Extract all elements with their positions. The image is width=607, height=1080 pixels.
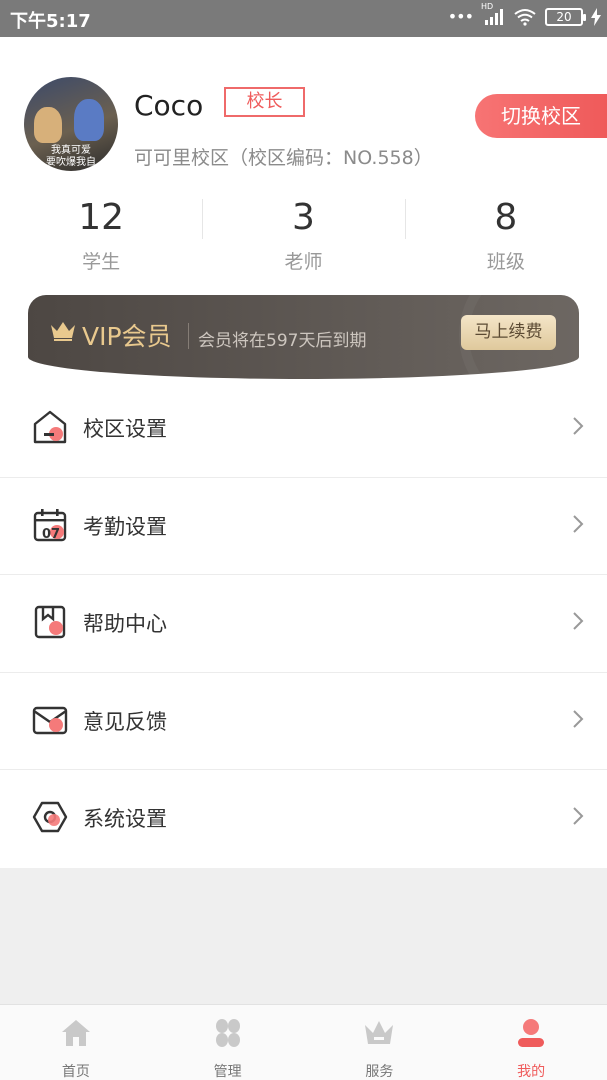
crown-icon	[365, 1021, 394, 1044]
vip-banner: VIP会员 会员将在597天后到期 马上续费	[28, 295, 579, 379]
stat-classes[interactable]: 8 班级	[404, 193, 607, 283]
chevron-right-icon	[573, 514, 584, 533]
status-icons: ••• HD 20	[447, 2, 601, 26]
calendar-icon-text: 07	[42, 527, 60, 542]
tab-label: 服务	[365, 1064, 394, 1080]
crown-icon	[51, 322, 75, 341]
stat-value: 3	[292, 197, 315, 238]
vip-expiry: 会员将在597天后到期	[198, 331, 367, 351]
stat-label: 老师	[284, 251, 323, 273]
switch-campus-button[interactable]: 切换校区	[475, 94, 607, 138]
mail-icon	[32, 706, 68, 734]
calendar-icon: 07	[33, 508, 67, 542]
renew-button[interactable]: 马上续费	[461, 315, 556, 350]
stat-teachers[interactable]: 3 老师	[202, 193, 404, 283]
stat-label: 班级	[486, 251, 525, 273]
menu-item-system-settings[interactable]: 系统设置	[0, 770, 607, 868]
tab-home[interactable]: 首页	[0, 1005, 152, 1080]
bottom-tab-bar: 首页 管理 服务 我的	[0, 1004, 607, 1080]
home-icon	[61, 1020, 90, 1046]
book-icon	[34, 605, 66, 639]
tab-manage[interactable]: 管理	[152, 1005, 304, 1080]
stat-label: 学生	[82, 251, 121, 273]
user-name: Coco	[134, 89, 204, 122]
profile-card: 我真可爱 要吹爆我自 Coco 校长 可可里校区（校区编码：NO.558） 切换…	[0, 37, 607, 387]
more-dots-icon: •••	[447, 7, 474, 26]
stat-value: 8	[494, 197, 518, 238]
menu-item-attendance-settings[interactable]: 07 考勤设置	[0, 478, 607, 575]
avatar-figure-right	[74, 99, 104, 141]
campus-info: 可可里校区（校区编码：NO.558）	[134, 147, 433, 169]
menu-item-label: 系统设置	[83, 807, 167, 831]
grid-icon	[215, 1019, 240, 1047]
chevron-right-icon	[573, 612, 584, 630]
chevron-right-icon	[573, 709, 584, 728]
tab-mine[interactable]: 我的	[455, 1005, 607, 1080]
cell-signal-icon: HD	[481, 2, 505, 26]
menu-item-label: 帮助中心	[83, 612, 167, 636]
tab-service[interactable]: 服务	[304, 1005, 456, 1080]
tab-label: 首页	[61, 1064, 90, 1080]
chevron-right-icon	[573, 417, 584, 435]
status-bar: 下午5:17 ••• HD 20	[0, 0, 607, 37]
stats-row: 12 学生 3 老师 8 班级	[0, 193, 607, 283]
home-icon	[33, 410, 67, 444]
vip-title: VIP会员	[82, 322, 172, 351]
settings-menu: 校区设置 07 考勤设置 帮助中心 意见反馈 系统设置	[0, 380, 607, 868]
stat-students[interactable]: 12 学生	[0, 193, 202, 283]
vip-divider	[188, 323, 189, 349]
signal-hd-label: HD	[481, 2, 494, 11]
status-time: 下午5:17	[10, 11, 91, 32]
menu-item-feedback[interactable]: 意见反馈	[0, 673, 607, 770]
avatar-caption-1: 我真可爱	[51, 145, 91, 156]
avatar-caption-2: 要吹爆我自	[46, 157, 96, 168]
menu-item-help-center[interactable]: 帮助中心	[0, 575, 607, 673]
user-icon	[518, 1019, 545, 1047]
avatar-figure-left	[34, 107, 62, 143]
hexagon-settings-icon	[32, 801, 68, 833]
menu-item-label: 校区设置	[83, 417, 167, 441]
tab-label: 管理	[213, 1064, 242, 1080]
menu-item-campus-settings[interactable]: 校区设置	[0, 380, 607, 478]
menu-item-label: 意见反馈	[83, 709, 167, 734]
chevron-right-icon	[573, 807, 584, 825]
avatar[interactable]: 我真可爱 要吹爆我自	[24, 77, 118, 171]
charging-icon	[591, 8, 601, 26]
battery-icon: 20	[545, 8, 586, 26]
tab-label: 我的	[517, 1064, 546, 1080]
role-badge: 校长	[224, 87, 305, 117]
wifi-icon	[514, 9, 536, 26]
menu-item-label: 考勤设置	[83, 514, 167, 539]
stat-value: 12	[78, 197, 125, 238]
